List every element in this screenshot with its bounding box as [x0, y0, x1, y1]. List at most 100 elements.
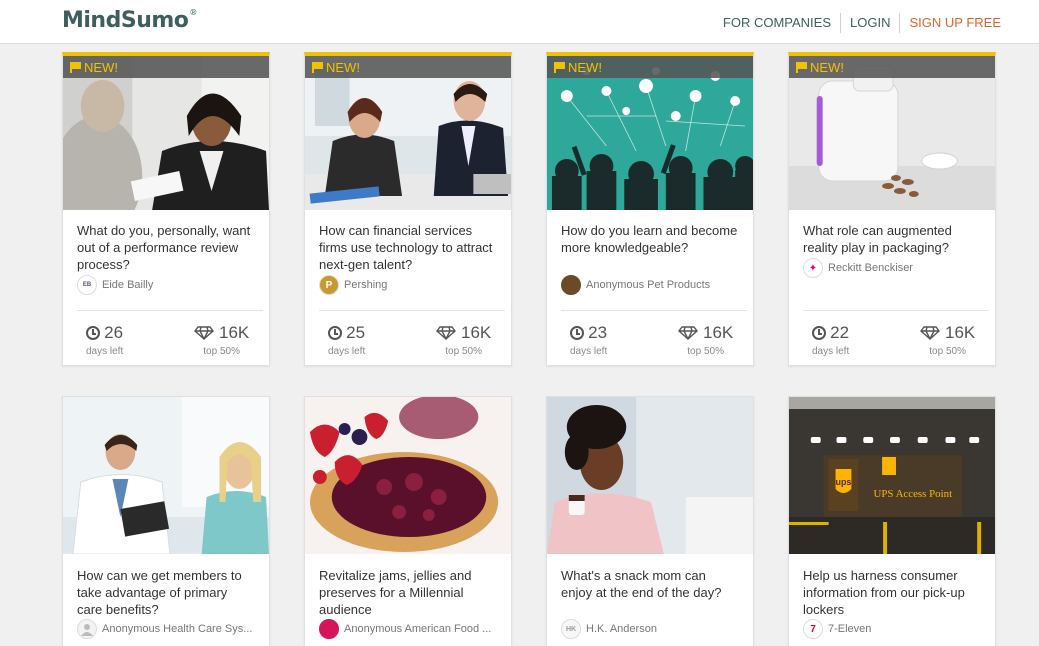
- challenge-card[interactable]: NEW! What role can augmented reality pla…: [788, 52, 996, 366]
- user-avatar-icon: [77, 619, 97, 639]
- card-stats: 22 days left 16K top 50%: [789, 322, 995, 362]
- challenge-title[interactable]: Help us harness consumer information fro…: [789, 554, 995, 617]
- diamond-icon: [920, 326, 940, 340]
- card-stats: 23 days left 16K top 50%: [547, 322, 753, 362]
- days-value: 26: [104, 323, 124, 342]
- prize-value: 16K: [461, 323, 492, 342]
- doctor-consultation-photo: [63, 397, 269, 554]
- company-row: EB Eide Bailly: [63, 275, 269, 295]
- prize-stat: 16K top 50%: [920, 322, 975, 357]
- new-badge-label: NEW!: [84, 59, 118, 75]
- new-badge-label: NEW!: [326, 59, 360, 75]
- ups-sign-text: UPS Access Point: [873, 488, 952, 500]
- challenge-card[interactable]: Revitalize jams, jellies and preserves f…: [304, 396, 512, 646]
- ups-logo-text: ups: [836, 477, 852, 487]
- sign-up-free-link[interactable]: SIGN UP FREE: [900, 13, 1001, 33]
- challenge-image[interactable]: NEW!: [305, 56, 511, 210]
- challenge-title[interactable]: How do you learn and become more knowled…: [547, 210, 753, 273]
- days-label: days left: [86, 346, 124, 357]
- main-nav: FOR COMPANIES LOGIN SIGN UP FREE: [714, 13, 1001, 33]
- company-logo: 7: [803, 619, 823, 639]
- days-label: days left: [812, 346, 850, 357]
- company-name: Pershing: [344, 279, 388, 291]
- challenge-image[interactable]: [305, 397, 511, 554]
- card-divider: [803, 310, 989, 311]
- card-stats: 25 days left 16K top 50%: [305, 322, 511, 362]
- challenge-card[interactable]: How can we get members to take advantage…: [62, 396, 270, 646]
- meeting-photo: [305, 56, 511, 210]
- challenge-title[interactable]: Revitalize jams, jellies and preserves f…: [305, 554, 511, 617]
- ups-locker-photo: ups UPS Access Point: [789, 397, 995, 554]
- company-name: 7-Eleven: [828, 623, 872, 635]
- mindsumo-logo[interactable]: MindSumo®: [62, 8, 197, 33]
- company-row: 7 7-Eleven: [789, 619, 995, 639]
- flag-icon: [312, 62, 323, 73]
- company-row: HK H.K. Anderson: [547, 619, 753, 639]
- new-badge: NEW!: [305, 56, 511, 78]
- challenge-card[interactable]: What's a snack mom can enjoy at the end …: [546, 396, 754, 646]
- challenge-card[interactable]: NEW! What do you, personally, want out o…: [62, 52, 270, 366]
- company-logo: [319, 619, 339, 639]
- prize-stat: 16K top 50%: [194, 322, 249, 357]
- challenge-title[interactable]: What role can augmented reality play in …: [789, 210, 995, 256]
- days-value: 25: [346, 323, 366, 342]
- new-badge-label: NEW!: [810, 59, 844, 75]
- company-row: Anonymous Health Care Sys...: [63, 619, 269, 639]
- prize-label: top 50%: [687, 346, 724, 357]
- challenge-title[interactable]: How can financial services firms use tec…: [305, 210, 511, 273]
- new-badge-label: NEW!: [568, 59, 602, 75]
- company-logo: ✦: [803, 258, 823, 278]
- prize-stat: 16K top 50%: [678, 322, 733, 357]
- company-row: ✦ Reckitt Benckiser: [789, 258, 995, 278]
- days-value: 22: [830, 323, 850, 342]
- challenge-image[interactable]: ups UPS Access Point: [789, 397, 995, 554]
- company-logo: HK: [561, 619, 581, 639]
- jam-toast-photo: [305, 397, 511, 554]
- new-badge: NEW!: [789, 56, 995, 78]
- flag-icon: [554, 62, 565, 73]
- prize-label: top 50%: [929, 346, 966, 357]
- challenge-title[interactable]: How can we get members to take advantage…: [63, 554, 269, 617]
- company-name: Anonymous Pet Products: [586, 279, 711, 291]
- company-name: Eide Bailly: [102, 279, 154, 291]
- company-logo: [561, 275, 581, 295]
- for-companies-link[interactable]: FOR COMPANIES: [714, 13, 840, 33]
- prize-stat: 16K top 50%: [436, 322, 491, 357]
- card-divider: [561, 310, 747, 311]
- diamond-icon: [194, 326, 214, 340]
- clock-icon: [328, 326, 343, 340]
- top-navigation-bar: MindSumo® FOR COMPANIES LOGIN SIGN UP FR…: [0, 0, 1039, 44]
- flag-icon: [796, 62, 807, 73]
- challenge-image[interactable]: NEW!: [789, 56, 995, 210]
- challenge-card[interactable]: ups UPS Access Point Help us harness con…: [788, 396, 996, 646]
- challenge-card[interactable]: NEW! How do you learn and become more kn…: [546, 52, 754, 366]
- days-left-stat: 22 days left: [812, 322, 849, 357]
- challenge-image[interactable]: NEW!: [63, 56, 269, 210]
- prize-value: 16K: [703, 323, 734, 342]
- card-divider: [319, 310, 505, 311]
- challenge-title[interactable]: What do you, personally, want out of a p…: [63, 210, 269, 273]
- new-badge: NEW!: [63, 56, 269, 78]
- clock-icon: [86, 326, 101, 340]
- challenge-image[interactable]: NEW!: [547, 56, 753, 210]
- days-left-stat: 26 days left: [86, 322, 123, 357]
- challenge-title[interactable]: What's a snack mom can enjoy at the end …: [547, 554, 753, 617]
- company-name: H.K. Anderson: [586, 623, 657, 635]
- login-link[interactable]: LOGIN: [841, 13, 899, 33]
- learning-illustration: [547, 56, 753, 210]
- diamond-icon: [436, 326, 456, 340]
- card-stats: 26 days left 16K top 50%: [63, 322, 269, 362]
- clock-icon: [812, 326, 827, 340]
- company-name: Reckitt Benckiser: [828, 262, 913, 274]
- diamond-icon: [678, 326, 698, 340]
- person-icon: [81, 624, 93, 636]
- prize-value: 16K: [945, 323, 976, 342]
- days-left-stat: 25 days left: [328, 322, 365, 357]
- challenge-card[interactable]: NEW! How can financial services firms us…: [304, 52, 512, 366]
- challenge-image[interactable]: [63, 397, 269, 554]
- days-label: days left: [570, 346, 608, 357]
- packaging-photo: [789, 56, 995, 210]
- challenge-image[interactable]: [547, 397, 753, 554]
- company-row: Anonymous Pet Products: [547, 275, 753, 295]
- snacking-woman-photo: [547, 397, 753, 554]
